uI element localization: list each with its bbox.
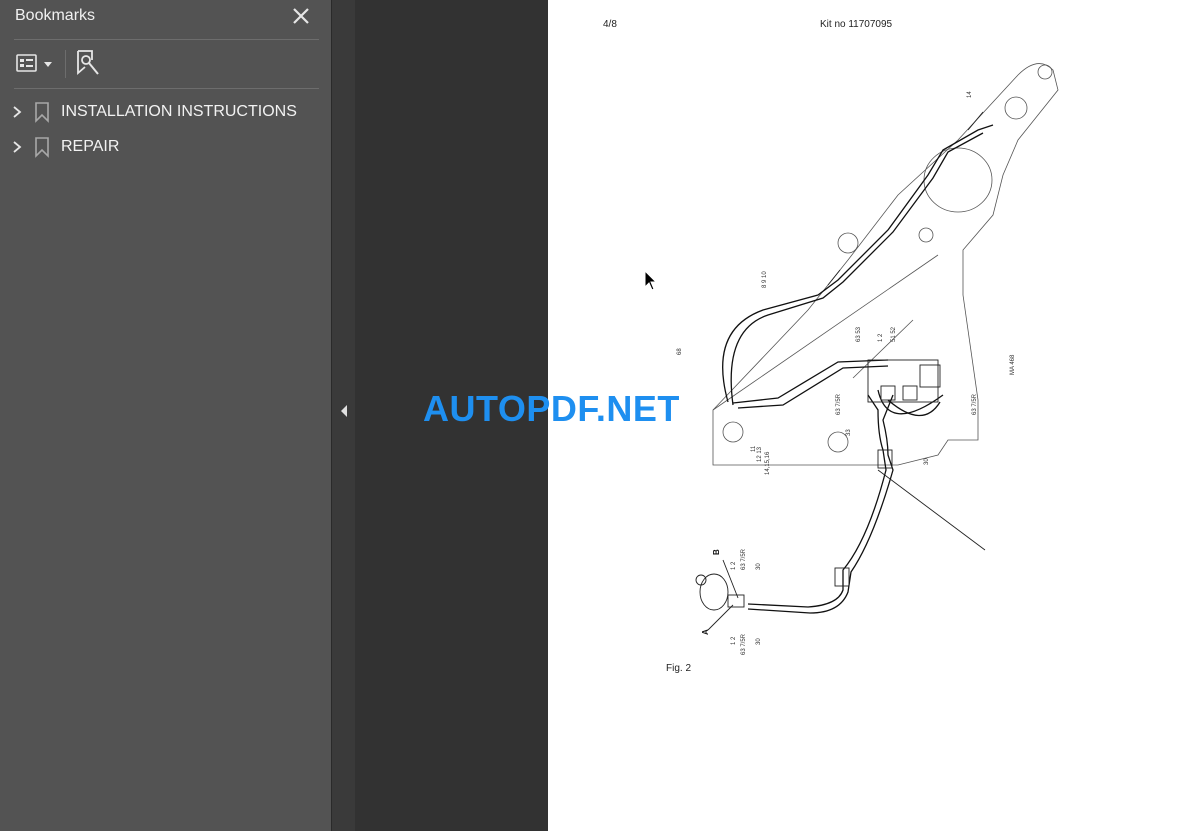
svg-text:14: 14 — [967, 91, 973, 98]
svg-text:68: 68 — [677, 348, 683, 355]
find-bookmark-icon[interactable] — [74, 48, 102, 78]
svg-text:30: 30 — [924, 458, 930, 465]
bookmarks-header: Bookmarks — [0, 0, 331, 34]
svg-text:51 52: 51 52 — [891, 326, 897, 342]
watermark: AUTOPDF.NET — [423, 388, 680, 429]
bookmark-icon — [33, 136, 51, 158]
svg-text:33: 33 — [846, 429, 852, 436]
svg-text:1 2: 1 2 — [731, 561, 737, 570]
collapse-panel-icon[interactable] — [338, 402, 350, 420]
svg-text:B: B — [712, 549, 721, 555]
bookmark-options-button[interactable] — [14, 50, 56, 78]
bookmarks-toolbar — [0, 40, 331, 88]
svg-text:63 7/5R: 63 7/5R — [972, 393, 978, 415]
drawing-reference: MA 468 — [1010, 354, 1016, 375]
bookmarks-panel: Bookmarks INSTALLATION INSTRUCTIONS REPA… — [0, 0, 331, 831]
svg-text:14,15,16: 14,15,16 — [765, 451, 771, 475]
svg-text:1 2: 1 2 — [878, 333, 884, 342]
svg-text:63 7/5R: 63 7/5R — [836, 393, 842, 415]
chevron-right-icon[interactable] — [10, 139, 24, 155]
mouse-cursor-icon — [644, 269, 658, 292]
bookmark-item-repair[interactable]: REPAIR — [0, 131, 331, 163]
divider — [14, 88, 319, 89]
toolbar-separator — [65, 50, 66, 78]
svg-text:12 13: 12 13 — [757, 446, 763, 462]
svg-text:63 53: 63 53 — [856, 326, 862, 342]
bookmark-icon — [33, 101, 51, 123]
bookmark-item-installation-instructions[interactable]: INSTALLATION INSTRUCTIONS — [0, 96, 331, 128]
svg-text:30: 30 — [756, 638, 762, 645]
svg-text:8 9 10: 8 9 10 — [762, 271, 768, 288]
panel-title: Bookmarks — [15, 7, 96, 24]
panel-splitter[interactable] — [331, 0, 356, 831]
chevron-right-icon[interactable] — [10, 104, 24, 120]
svg-text:A: A — [701, 629, 710, 635]
close-icon[interactable] — [289, 4, 313, 28]
svg-text:63 7/5R: 63 7/5R — [741, 633, 747, 655]
svg-text:30: 30 — [756, 563, 762, 570]
figure-caption: Fig. 2 — [666, 663, 691, 674]
svg-text:63 7/5R: 63 7/5R — [741, 548, 747, 570]
svg-text:1 2: 1 2 — [731, 636, 737, 645]
bookmark-label[interactable]: REPAIR — [61, 138, 119, 156]
bookmark-label[interactable]: INSTALLATION INSTRUCTIONS — [61, 103, 297, 121]
